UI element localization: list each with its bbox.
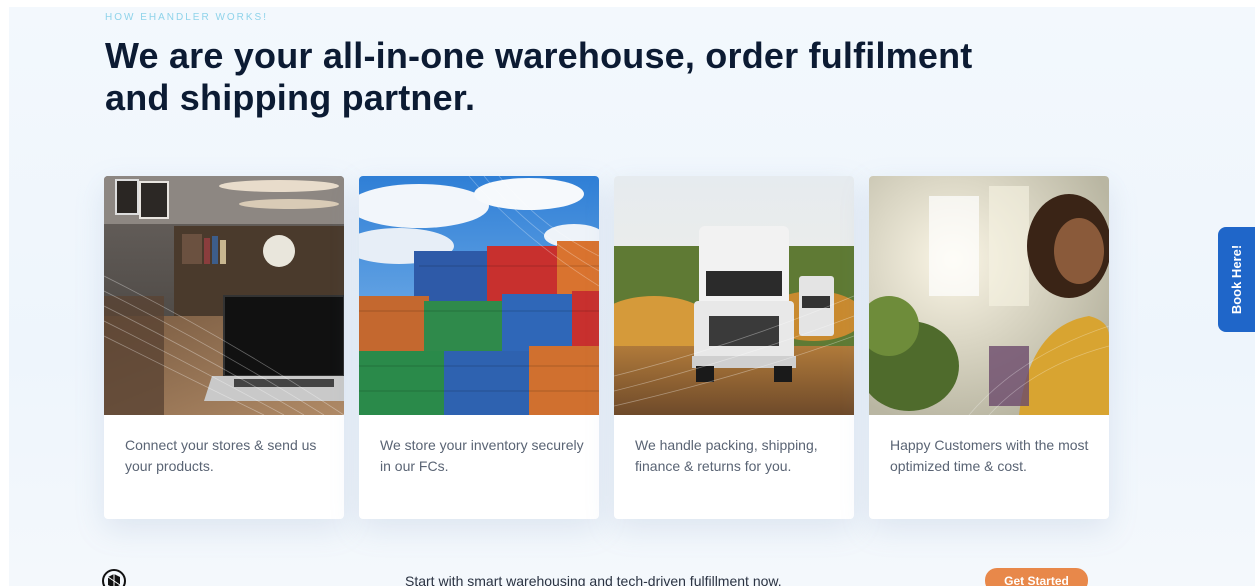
step-caption: We handle packing, shipping, finance & r… bbox=[635, 437, 818, 474]
step-caption: We store your inventory securely in our … bbox=[380, 437, 584, 474]
delivery-trucks-photo bbox=[614, 176, 854, 415]
laptop-on-desk-photo bbox=[104, 176, 344, 415]
step-card-customers: Happy Customers with the most optimized … bbox=[869, 176, 1109, 519]
ehandler-logo-icon bbox=[97, 567, 131, 586]
step-caption: Connect your stores & send us your produ… bbox=[125, 437, 317, 474]
steps-cards: Connect your stores & send us your produ… bbox=[104, 176, 1110, 519]
step-caption: Happy Customers with the most optimized … bbox=[890, 437, 1089, 474]
book-here-tab[interactable]: Book Here! bbox=[1218, 227, 1255, 332]
page: HOW EHANDLER WORKS! We are your all-in-o… bbox=[9, 7, 1255, 586]
step-card-connect: Connect your stores & send us your produ… bbox=[104, 176, 344, 519]
step-card-handle: We handle packing, shipping, finance & r… bbox=[614, 176, 854, 519]
section-eyebrow: HOW EHANDLER WORKS! bbox=[105, 12, 269, 23]
book-here-label: Book Here! bbox=[1229, 244, 1245, 315]
get-started-button[interactable]: Get Started bbox=[985, 568, 1088, 586]
cta-text: Start with smart warehousing and tech-dr… bbox=[405, 573, 782, 586]
smiling-customer-photo bbox=[869, 176, 1109, 415]
section-headline: We are your all-in-one warehouse, order … bbox=[105, 35, 973, 118]
cta-bar: Start with smart warehousing and tech-dr… bbox=[9, 559, 1255, 586]
shipping-containers-photo bbox=[359, 176, 599, 415]
step-card-store: We store your inventory securely in our … bbox=[359, 176, 599, 519]
